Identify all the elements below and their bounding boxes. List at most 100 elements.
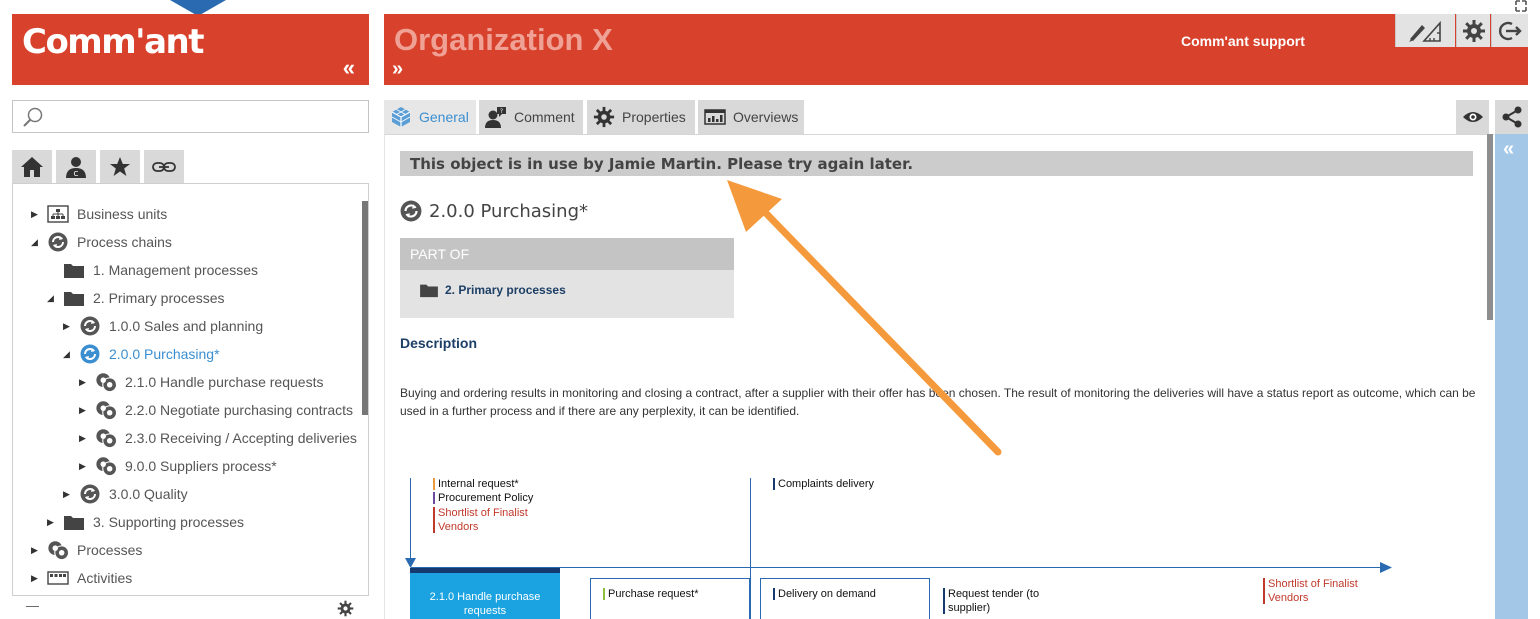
collapse-arrow-icon[interactable]: ◢ — [31, 237, 47, 248]
link-icon — [152, 161, 176, 172]
tab-links[interactable] — [144, 150, 184, 183]
tab-properties[interactable]: Properties — [587, 100, 695, 134]
comm-ant-logo[interactable]: Comm'ant — [22, 22, 204, 62]
gear-icon[interactable] — [337, 600, 354, 617]
diagram-input-label[interactable]: Procurement Policy — [433, 491, 533, 505]
diagram-input-label[interactable]: Shortlist of Finalist Vendors — [433, 506, 553, 534]
fullscreen-icon[interactable] — [1515, 0, 1527, 12]
tree-item-quality[interactable]: ▶ 3.0.0 Quality — [63, 480, 188, 508]
process-chain-icon — [79, 316, 101, 336]
tree-item-handle-purchase-requests[interactable]: ▶ 2.1.0 Handle purchase requests — [79, 368, 323, 396]
expand-arrow-icon[interactable]: ▶ — [63, 489, 79, 500]
tree-item-label: 2.1.0 Handle purchase requests — [125, 374, 324, 390]
expand-arrow-icon[interactable]: ▶ — [31, 545, 47, 556]
part-of-link[interactable]: 2. Primary processes — [419, 282, 566, 298]
tree-item-business-units[interactable]: ▶ Business units — [31, 200, 167, 228]
svg-text:?: ? — [500, 108, 503, 115]
diagram-input-text: Internal request* — [438, 478, 519, 490]
tree-item-suppliers-process[interactable]: ▶ 9.0.0 Suppliers process* — [79, 452, 277, 480]
tab-label: Overviews — [733, 109, 799, 125]
tree-item-purchasing[interactable]: ◢ 2.0.0 Purchasing* — [63, 340, 220, 368]
diagram-output-text: Shortlist of Finalist Vendors — [1268, 578, 1358, 604]
settings-button[interactable] — [1456, 14, 1490, 47]
diagram-output-label[interactable]: Shortlist of Finalist Vendors — [1263, 577, 1373, 605]
tree-item-processes[interactable]: ▶ Processes — [31, 536, 142, 564]
expand-arrow-icon[interactable]: ▶ — [79, 433, 95, 444]
diagram-process-box[interactable]: 2.1.0 Handle purchase requests — [410, 568, 560, 619]
tree-item-label: Process chains — [77, 234, 172, 250]
share-button[interactable] — [1495, 100, 1528, 134]
tree-item-label: Processes — [77, 542, 143, 558]
diagram-output-label[interactable]: Purchase request* — [603, 587, 699, 601]
tree-item-label: Activities — [77, 570, 133, 586]
organization-title: Organization X — [394, 22, 613, 57]
tab-comment[interactable]: ? Comment — [479, 100, 583, 134]
object-header: Organization X » Comm'ant support — [384, 14, 1528, 85]
search-icon — [23, 107, 43, 127]
tree-item-label: 3.0.0 Quality — [109, 486, 188, 502]
collapse-arrow-icon[interactable]: ◢ — [63, 349, 79, 360]
diagram-complaints-label[interactable]: Complaints delivery — [773, 477, 874, 491]
tab-general[interactable]: General — [384, 100, 476, 134]
expand-arrow-icon[interactable]: ▶ — [63, 321, 79, 332]
support-link[interactable]: Comm'ant support — [1181, 33, 1305, 49]
tree-scrollbar[interactable] — [362, 201, 368, 415]
tab-overviews[interactable]: Overviews — [698, 100, 804, 134]
tree-item-activities[interactable]: ▶ Activities — [31, 564, 132, 592]
tree-footer: — — [12, 595, 369, 619]
tree-item-management-processes[interactable]: 1. Management processes — [63, 256, 258, 284]
svg-text:C: C — [74, 170, 79, 178]
folder-icon — [63, 260, 85, 280]
tab-user[interactable]: C — [56, 150, 96, 183]
part-of-section: PART OF 2. Primary processes — [400, 238, 734, 318]
activity-icon — [47, 568, 69, 588]
logout-icon — [1499, 21, 1522, 40]
expand-left-panel-button[interactable]: » — [392, 58, 403, 81]
expand-arrow-icon[interactable]: ▶ — [79, 405, 95, 416]
star-icon — [110, 156, 130, 176]
diagram-output-label[interactable]: Request tender (to supplier) — [943, 587, 1053, 615]
description-text: Buying and ordering results in monitorin… — [400, 386, 1476, 418]
tab-favorites[interactable] — [100, 150, 140, 183]
collapse-arrow-icon[interactable]: ◢ — [47, 293, 63, 304]
tree-item-label: 9.0.0 Suppliers process* — [125, 458, 277, 474]
expand-arrow-icon[interactable]: ▶ — [79, 377, 95, 388]
gear-icon — [593, 106, 615, 128]
tree-item-label: 2.0.0 Purchasing* — [109, 346, 220, 362]
right-side-panel: « — [1495, 134, 1528, 619]
collapse-all-button[interactable]: — — [26, 598, 39, 613]
folder-icon — [420, 284, 438, 298]
tree-item-sales-and-planning[interactable]: ▶ 1.0.0 Sales and planning — [63, 312, 263, 340]
tree-search-box — [12, 100, 369, 133]
content-scrollbar[interactable] — [1487, 134, 1493, 320]
diagram-input-label[interactable]: Internal request* — [433, 477, 519, 491]
tree-item-label: 1.0.0 Sales and planning — [109, 318, 264, 334]
org-chart-icon — [47, 204, 69, 224]
chart-window-icon — [704, 106, 726, 128]
tree-item-receiving-accepting-deliveries[interactable]: ▶ 2.3.0 Receiving / Accepting deliveries — [79, 424, 357, 452]
expand-arrow-icon[interactable]: ▶ — [79, 461, 95, 472]
tree-item-primary-processes[interactable]: ◢ 2. Primary processes — [47, 284, 224, 312]
expand-arrow-icon[interactable]: ▶ — [47, 517, 63, 528]
edit-mode-button[interactable] — [1395, 14, 1455, 47]
process-icon — [95, 372, 117, 393]
navigation-tree: ▶ Business units ◢ Process chains 1. Man… — [12, 183, 369, 619]
search-input[interactable] — [53, 105, 353, 129]
diagram-output-label[interactable]: Delivery on demand — [773, 587, 876, 601]
tab-label: Comment — [514, 109, 575, 125]
tab-label: General — [419, 109, 469, 125]
tab-home[interactable] — [12, 150, 52, 183]
collapse-left-panel-button[interactable]: « — [343, 55, 355, 81]
expand-side-panel-button[interactable]: « — [1503, 138, 1514, 161]
process-chain-icon — [79, 484, 101, 504]
eye-icon — [1462, 112, 1483, 122]
tree-item-supporting-processes[interactable]: ▶ 3. Supporting processes — [47, 508, 244, 536]
tree-item-negotiate-purchasing-contracts[interactable]: ▶ 2.2.0 Negotiate purchasing contracts — [79, 396, 353, 424]
share-icon — [1502, 106, 1521, 128]
view-button[interactable] — [1456, 100, 1489, 134]
expand-arrow-icon[interactable]: ▶ — [31, 209, 47, 220]
tree-item-process-chains[interactable]: ◢ Process chains — [31, 228, 172, 256]
logout-button[interactable] — [1491, 14, 1528, 47]
expand-arrow-icon[interactable]: ▶ — [31, 573, 47, 584]
user-icon: C — [66, 156, 86, 178]
